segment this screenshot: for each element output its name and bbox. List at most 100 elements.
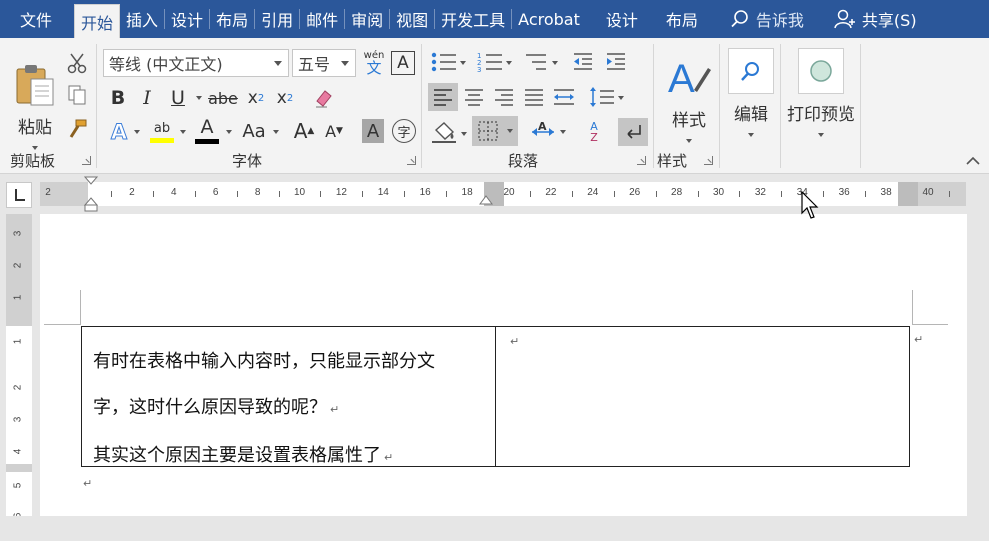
font-size-combobox[interactable]: 五号 <box>292 49 356 77</box>
document-table[interactable]: 有时在表格中输入内容时，只能显示部分文 字，这时什么原因导致的呢？ ↵ 其实这个原… <box>81 326 910 467</box>
tab-table-layout[interactable]: 布局 <box>652 0 712 38</box>
styles-launcher-icon[interactable] <box>704 156 713 165</box>
align-left-button[interactable] <box>428 83 458 111</box>
font-name-combobox[interactable]: 等线 (中文正文) <box>103 49 289 77</box>
highlight-glyph: ab <box>153 120 171 136</box>
justify-button[interactable] <box>520 83 548 111</box>
chevron-down-icon[interactable] <box>226 130 232 134</box>
copy-button[interactable] <box>64 82 90 108</box>
character-shading-button[interactable]: A <box>362 119 384 143</box>
vertical-ruler-number: 1 <box>12 294 24 301</box>
align-center-button[interactable] <box>460 83 488 111</box>
format-painter-button[interactable] <box>64 116 90 142</box>
font-color-button[interactable]: A <box>193 116 221 146</box>
chevron-down-icon[interactable] <box>273 130 279 134</box>
search-icon <box>731 10 748 28</box>
table-cell[interactable]: ↵ <box>496 327 909 466</box>
paste-button[interactable]: 粘贴 <box>10 50 60 160</box>
tab-home[interactable]: 开始 <box>74 4 121 38</box>
enclose-characters-button[interactable]: 字 <box>392 119 416 143</box>
line-spacing-button[interactable] <box>586 83 626 111</box>
increase-indent-button[interactable] <box>603 50 629 74</box>
tab-design[interactable]: 设计 <box>165 0 209 38</box>
chevron-down-icon[interactable] <box>341 61 349 66</box>
group-separator <box>96 44 97 168</box>
tab-layout[interactable]: 布局 <box>210 0 254 38</box>
strikethrough-button[interactable]: abe <box>208 86 238 110</box>
chinese-layout-button[interactable]: A <box>526 118 570 146</box>
styles-button[interactable]: A 样式 <box>660 48 718 148</box>
font-launcher-icon[interactable] <box>407 156 416 165</box>
phonetic-guide-button[interactable]: wén 文 <box>361 48 387 78</box>
multilevel-list-button[interactable] <box>520 50 560 74</box>
mouse-pointer-icon <box>801 191 819 219</box>
tab-selector-button[interactable] <box>6 182 32 208</box>
tab-view[interactable]: 视图 <box>390 0 434 38</box>
share-button[interactable]: 共享(S) <box>834 0 917 38</box>
cut-button[interactable] <box>64 50 90 76</box>
numbering-button[interactable]: 1 2 3 <box>474 50 514 74</box>
crop-mark <box>912 290 913 324</box>
change-case-button[interactable]: Aa <box>238 118 270 144</box>
character-border-button[interactable]: A <box>391 51 415 75</box>
hanging-indent-marker-icon[interactable] <box>479 190 493 210</box>
subscript-button[interactable]: x2 <box>243 86 269 110</box>
chevron-down-icon[interactable] <box>196 96 202 100</box>
font-name-value: 等线 (中文正文) <box>109 55 223 74</box>
ruler-tick <box>194 191 196 197</box>
column-marker[interactable] <box>898 182 918 206</box>
subscript-small: 2 <box>257 92 265 104</box>
eraser-icon <box>316 90 332 108</box>
grow-font-button[interactable]: A ▲ <box>292 118 316 144</box>
styles-label: 样式 <box>672 110 706 131</box>
paint-bucket-icon <box>432 122 467 143</box>
tab-developer[interactable]: 开发工具 <box>435 0 511 38</box>
tab-insert[interactable]: 插入 <box>120 0 164 38</box>
text-effects-button[interactable]: A <box>106 118 132 146</box>
sort-button[interactable]: A Z <box>580 118 608 146</box>
editing-button[interactable]: 编辑 <box>726 48 776 148</box>
align-right-button[interactable] <box>490 83 518 111</box>
indent-marker-icon[interactable] <box>84 176 98 216</box>
ruler-number: 28 <box>671 187 683 198</box>
superscript-button[interactable]: x2 <box>272 86 298 110</box>
tab-references[interactable]: 引用 <box>255 0 299 38</box>
document-page[interactable]: 有时在表格中输入内容时，只能显示部分文 字，这时什么原因导致的呢？ ↵ 其实这个原… <box>40 214 967 516</box>
print-preview-button[interactable]: 打印预览 <box>784 48 858 148</box>
clipboard-launcher-icon[interactable] <box>82 156 91 165</box>
tab-mailings[interactable]: 邮件 <box>300 0 344 38</box>
shrink-font-button[interactable]: A ▼ <box>322 118 346 144</box>
highlight-color-button[interactable]: ab <box>147 118 177 146</box>
shading-button[interactable] <box>428 118 470 146</box>
clear-formatting-button[interactable] <box>311 86 337 110</box>
tab-acrobat[interactable]: Acrobat <box>512 0 586 38</box>
tell-me-box[interactable]: 告诉我 <box>730 0 804 38</box>
chevron-down-icon[interactable] <box>180 130 186 134</box>
horizontal-ruler[interactable]: 2246810121416182022242628303234363840 <box>40 176 966 212</box>
tab-review[interactable]: 审阅 <box>345 0 389 38</box>
print-preview-label: 打印预览 <box>787 105 855 125</box>
bullets-button[interactable] <box>428 50 468 74</box>
underline-glyph: U <box>171 87 185 109</box>
vertical-ruler[interactable]: 321123456 <box>6 214 32 518</box>
bold-button[interactable]: B <box>106 86 130 110</box>
table-cell[interactable]: 有时在表格中输入内容时，只能显示部分文 字，这时什么原因导致的呢？ ↵ 其实这个原… <box>82 327 496 466</box>
share-label: 共享(S) <box>861 11 917 30</box>
paragraph-launcher-icon[interactable] <box>637 156 646 165</box>
underline-button[interactable]: U <box>164 86 192 110</box>
cell-text-line: 有时在表格中输入内容时，只能显示部分文 <box>93 339 485 385</box>
bottom-gray-strip <box>0 516 989 541</box>
tab-table-design[interactable]: 设计 <box>592 0 652 38</box>
ruler-tick <box>613 191 615 197</box>
collapse-ribbon-button[interactable] <box>964 154 982 168</box>
borders-button[interactable] <box>472 116 518 146</box>
group-separator <box>860 44 861 168</box>
styles-group-label: 样式 <box>657 152 688 170</box>
chevron-down-icon[interactable] <box>134 130 140 134</box>
decrease-indent-button[interactable] <box>570 50 596 74</box>
distributed-button[interactable] <box>550 83 578 111</box>
italic-button[interactable]: I <box>135 86 159 110</box>
show-hide-marks-button[interactable] <box>618 118 648 146</box>
tab-file[interactable]: 文件 <box>0 0 74 38</box>
chevron-down-icon[interactable] <box>274 61 282 66</box>
